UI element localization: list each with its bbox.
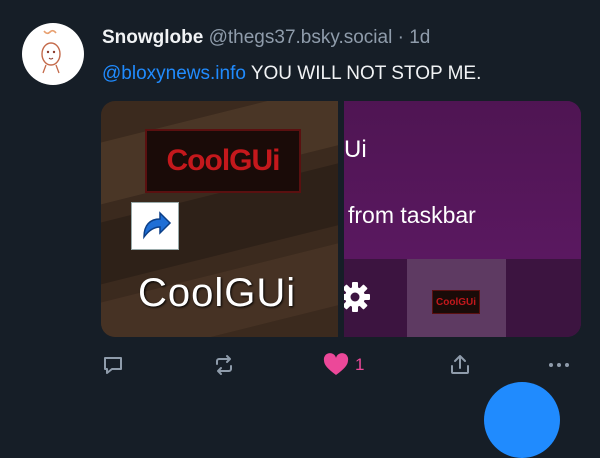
menu-ui-text: Ui bbox=[344, 136, 367, 163]
more-options-button[interactable] bbox=[547, 349, 571, 381]
post-header: Snowglobe @thegs37.bsky.social · 1d bbox=[102, 27, 430, 49]
taskbar-thumbnail: CoolGUi bbox=[407, 259, 506, 337]
shortcut-arrow-icon bbox=[131, 202, 179, 250]
image-desktop-shortcut[interactable]: CoolGUi CoolGUi bbox=[101, 101, 338, 337]
like-count: 1 bbox=[355, 355, 365, 374]
mention-link[interactable]: @bloxynews.info bbox=[102, 63, 246, 84]
menu-background bbox=[344, 101, 581, 259]
post-time[interactable]: 1d bbox=[409, 27, 430, 48]
ellipsis-icon bbox=[549, 363, 569, 367]
separator-dot: · bbox=[397, 27, 404, 48]
avatar-drawing bbox=[41, 29, 61, 74]
post-body-text: YOU WILL NOT STOP ME. bbox=[245, 63, 482, 84]
author-name[interactable]: Snowglobe bbox=[102, 27, 203, 48]
like-button[interactable]: 1 bbox=[323, 349, 364, 381]
image-grid: CoolGUi CoolGUi Ui from taskbar CoolGUi bbox=[101, 101, 581, 337]
repost-button[interactable] bbox=[212, 349, 236, 381]
image-taskbar-menu[interactable]: Ui from taskbar CoolGUi bbox=[344, 101, 581, 337]
reply-button[interactable] bbox=[101, 349, 125, 381]
gear-icon bbox=[344, 277, 372, 317]
comment-icon bbox=[104, 357, 122, 374]
avatar[interactable] bbox=[22, 23, 84, 85]
heart-icon bbox=[323, 353, 349, 375]
thumbnail-logo: CoolGUi bbox=[432, 290, 480, 314]
post: Snowglobe @thegs37.bsky.social · 1d @blo… bbox=[0, 0, 600, 458]
compose-button[interactable] bbox=[484, 382, 560, 458]
action-bar: 1 bbox=[0, 349, 600, 381]
share-icon bbox=[451, 355, 469, 374]
coolgui-logo: CoolGUi bbox=[145, 129, 301, 193]
post-text: @bloxynews.info YOU WILL NOT STOP ME. bbox=[102, 63, 481, 85]
repost-icon bbox=[216, 355, 232, 375]
shortcut-label: CoolGUi bbox=[138, 271, 297, 315]
menu-taskbar-text: from taskbar bbox=[348, 202, 476, 228]
share-button[interactable] bbox=[448, 349, 472, 381]
author-handle[interactable]: @thegs37.bsky.social bbox=[209, 27, 393, 48]
